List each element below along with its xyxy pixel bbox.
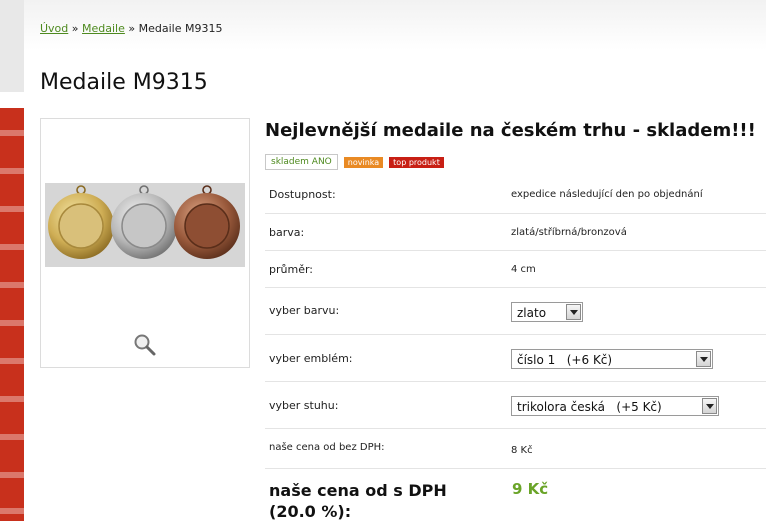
medals-image [48, 185, 240, 259]
left-decorative-strip [0, 0, 24, 521]
strip-line [0, 282, 24, 288]
strip-line [0, 472, 24, 478]
select-value: trikolora česká (+5 Kč) [517, 400, 662, 414]
option-label: vyber stuhu: [269, 399, 339, 412]
top-product-badge: top produkt [389, 156, 444, 168]
badge-row: skladem ANO novinka top produkt [265, 154, 444, 170]
spec-value: zlatá/stříbrná/bronzová [511, 227, 627, 238]
spec-row-availability: Dostupnost: expedice následující den po … [265, 176, 766, 214]
option-label: vyber barvu: [269, 304, 340, 317]
net-price-label: naše cena od bez DPH: [269, 442, 385, 453]
net-price-value: 8 Kč [511, 445, 533, 456]
spec-value: expedice následující den po objednání [511, 189, 703, 200]
breadcrumb: Úvod » Medaile » Medaile M9315 [40, 22, 222, 35]
strip-line [0, 358, 24, 364]
strip-line [0, 320, 24, 326]
strip-line [0, 434, 24, 440]
option-row-color: vyber barvu: zlato [265, 287, 766, 335]
select-value: zlato [517, 306, 547, 320]
product-subtitle: Nejlevnější medaile na českém trhu - skl… [265, 120, 756, 141]
ribbon-select[interactable]: trikolora česká (+5 Kč) [511, 396, 719, 416]
option-row-emblem: vyber emblém: číslo 1 (+6 Kč) [265, 334, 766, 382]
breadcrumb-current: Medaile M9315 [138, 22, 223, 35]
gross-price-value: 9 Kč [512, 480, 549, 498]
color-select[interactable]: zlato [511, 302, 583, 322]
breadcrumb-separator: » [71, 22, 79, 35]
zoom-icon[interactable] [133, 333, 157, 357]
product-photo[interactable] [45, 183, 245, 267]
strip-line [0, 130, 24, 136]
option-label: vyber emblém: [269, 352, 353, 365]
spec-label: Dostupnost: [269, 188, 336, 201]
chevron-down-icon[interactable] [702, 398, 717, 414]
emblem-select[interactable]: číslo 1 (+6 Kč) [511, 349, 713, 369]
spec-row-diameter: průměr: 4 cm [265, 250, 766, 288]
spec-row-color: barva: zlatá/stříbrná/bronzová [265, 213, 766, 251]
strip-line [0, 244, 24, 250]
spec-label: průměr: [269, 263, 313, 276]
option-row-ribbon: vyber stuhu: trikolora česká (+5 Kč) [265, 381, 766, 429]
page-title: Medaile M9315 [40, 70, 208, 95]
stock-badge: skladem ANO [265, 154, 338, 170]
select-value: číslo 1 (+6 Kč) [517, 353, 613, 367]
chevron-down-icon[interactable] [566, 304, 581, 320]
strip-line [0, 396, 24, 402]
gross-price-label: naše cena od s DPH (20.0 %): [269, 481, 447, 521]
breadcrumb-home-link[interactable]: Úvod [40, 22, 68, 35]
spec-value: 4 cm [511, 264, 536, 275]
breadcrumb-separator: » [128, 22, 136, 35]
product-image-box[interactable] [40, 118, 250, 368]
chevron-down-icon[interactable] [696, 351, 711, 367]
spec-label: barva: [269, 226, 305, 239]
strip-line [0, 508, 24, 514]
strip-line [0, 206, 24, 212]
price-net-row: naše cena od bez DPH: 8 Kč [265, 428, 766, 469]
breadcrumb-category-link[interactable]: Medaile [82, 22, 125, 35]
new-badge: novinka [343, 156, 384, 168]
strip-line [0, 168, 24, 174]
